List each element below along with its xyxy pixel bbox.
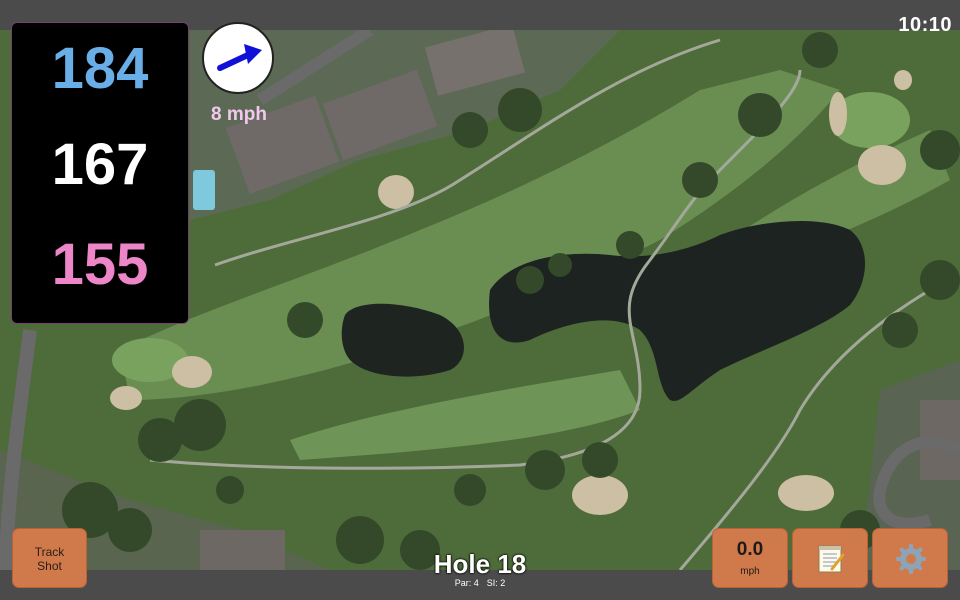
speed-unit: mph [740, 566, 760, 577]
hole-stroke-index: SI: 2 [486, 578, 506, 588]
bunker [172, 356, 212, 388]
distance-middle: 167 [51, 132, 149, 197]
bunker [858, 145, 906, 185]
hole-par: Par: 4 [454, 578, 479, 588]
distance-back: 184 [51, 36, 149, 101]
pool [193, 170, 215, 210]
wind-indicator[interactable] [202, 22, 274, 94]
track-shot-button[interactable]: Track Shot [12, 528, 87, 588]
settings-button[interactable] [872, 528, 948, 588]
wind-speed-label: 8 mph [211, 104, 267, 125]
bunker [110, 386, 142, 410]
bunker [572, 475, 628, 515]
gear-icon [896, 544, 926, 574]
house-roof [200, 530, 285, 570]
status-clock: 10:10 [898, 14, 952, 36]
bunker [894, 70, 912, 90]
track-shot-label: Track Shot [34, 545, 65, 573]
bunker [378, 175, 414, 209]
distance-front: 155 [51, 232, 149, 297]
arrow-northeast-icon [217, 44, 262, 71]
speed-button[interactable]: 0.0 mph [712, 528, 788, 588]
distance-panel[interactable]: 184 167 155 [11, 22, 189, 324]
speed-value: 0.0 [736, 539, 764, 560]
hole-subtitle: Par: 4 SI: 2 [380, 578, 580, 588]
bunker [829, 92, 847, 136]
hole-title: Hole 18 [433, 549, 527, 579]
notepad-icon [818, 545, 845, 573]
bunker [778, 475, 834, 511]
notes-button[interactable] [792, 528, 868, 588]
